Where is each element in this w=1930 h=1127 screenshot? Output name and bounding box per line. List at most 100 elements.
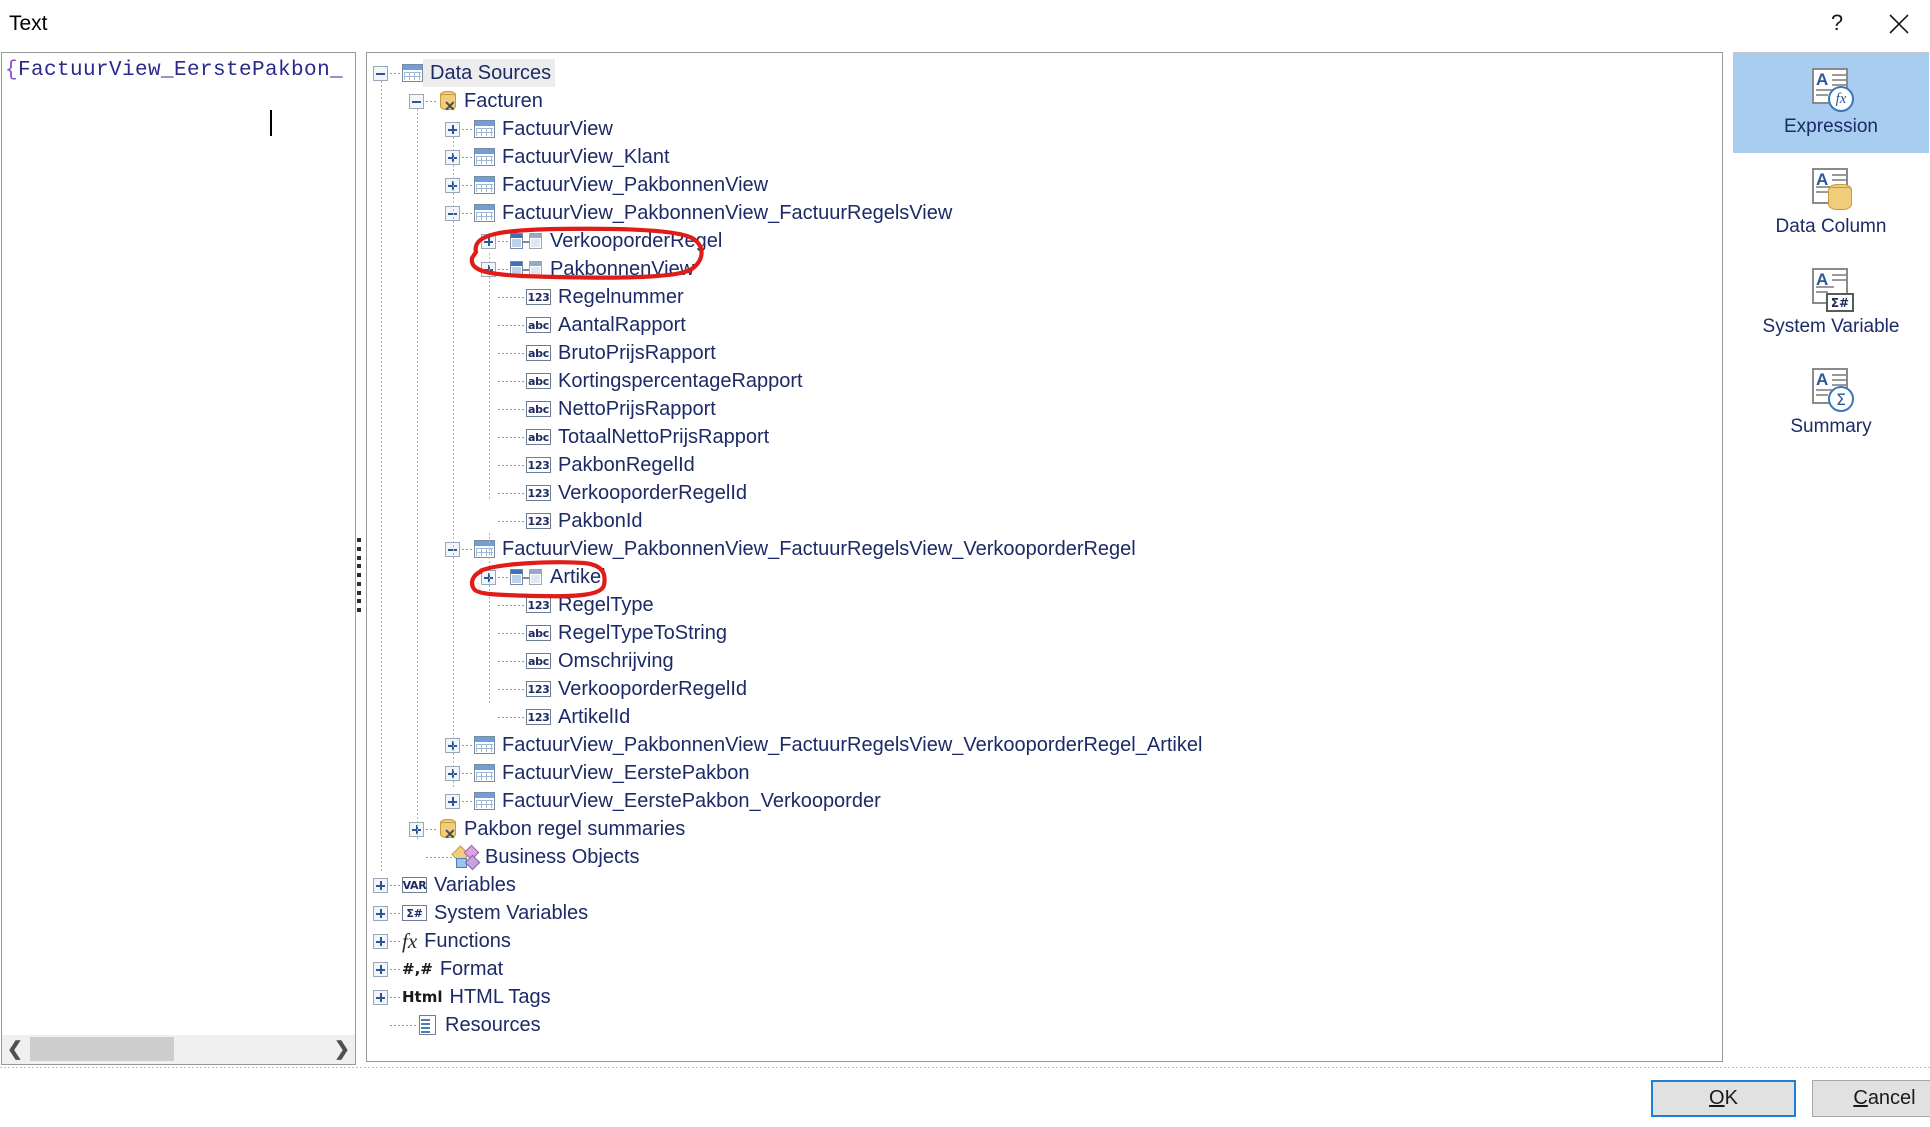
- expression-body: FactuurView_EerstePakbon_: [18, 59, 344, 82]
- tree-guide-line: [489, 533, 490, 703]
- expand-plus-icon[interactable]: [445, 793, 460, 809]
- tree-node[interactable]: FactuurView_PakbonnenView: [373, 171, 1722, 199]
- tree-node[interactable]: fx Functions: [373, 927, 1722, 955]
- tree-connector-line: [462, 156, 474, 158]
- tree-node[interactable]: Html HTML Tags: [373, 983, 1722, 1011]
- tree-node[interactable]: VAR Variables: [373, 871, 1722, 899]
- tree-node[interactable]: FactuurView_PakbonnenView_FactuurRegelsV…: [373, 199, 1722, 227]
- tree-node[interactable]: abc TotaalNettoPrijsRapport: [373, 423, 1722, 451]
- tree-node[interactable]: FactuurView: [373, 115, 1722, 143]
- tree-node[interactable]: 123 ArtikelId: [373, 703, 1722, 731]
- tree-guide-line: [417, 109, 418, 839]
- tree-node[interactable]: Σ# System Variables: [373, 899, 1722, 927]
- tree-connector-line: [498, 604, 526, 606]
- collapse-minus-icon[interactable]: [373, 65, 388, 81]
- tree-node[interactable]: FactuurView_PakbonnenView_FactuurRegelsV…: [373, 535, 1722, 563]
- tree-node-label: RegelType: [558, 594, 654, 616]
- expand-plus-icon[interactable]: [445, 121, 460, 137]
- category-system-variable[interactable]: A Σ# System Variable: [1733, 253, 1929, 353]
- category-expression[interactable]: A fx Expression: [1733, 53, 1929, 153]
- expression-text-editor[interactable]: {FactuurView_EerstePakbon_: [1, 52, 356, 1056]
- tree-node[interactable]: Resources: [373, 1011, 1722, 1039]
- category-panel: A fx Expression A Data Column A Σ# Syste…: [1733, 52, 1929, 1062]
- tree-node[interactable]: 123 PakbonId: [373, 507, 1722, 535]
- numeric-field-icon: 123: [526, 709, 551, 725]
- tree-node[interactable]: abc AantalRapport: [373, 311, 1722, 339]
- fx-icon: fx: [402, 929, 418, 953]
- scroll-left-arrow-icon[interactable]: ❮: [2, 1035, 28, 1063]
- expand-plus-icon[interactable]: [373, 877, 388, 893]
- tree-node-label: Omschrijving: [558, 650, 674, 672]
- question-mark-icon[interactable]: ?: [1806, 0, 1868, 48]
- tree-connector-line: [390, 1024, 418, 1026]
- sigma-badge: Σ: [1828, 386, 1854, 412]
- tree-node[interactable]: 123 VerkooporderRegelId: [373, 479, 1722, 507]
- tree-node[interactable]: PakbonnenView: [373, 255, 1722, 283]
- tree-node[interactable]: abc NettoPrijsRapport: [373, 395, 1722, 423]
- editor-horizontal-scrollbar[interactable]: ❮ ❯: [1, 1035, 356, 1065]
- tree-node[interactable]: Artikel: [373, 563, 1722, 591]
- tree-node[interactable]: abc Omschrijving: [373, 647, 1722, 675]
- scroll-right-arrow-icon[interactable]: ❯: [329, 1035, 355, 1063]
- tree-node-label: Business Objects: [485, 846, 640, 868]
- tree-node[interactable]: abc KortingspercentageRapport: [373, 367, 1722, 395]
- sigma-hash-icon: Σ#: [402, 905, 427, 921]
- tree-node[interactable]: FactuurView_Klant: [373, 143, 1722, 171]
- tree-node[interactable]: ✕ Pakbon regel summaries: [373, 815, 1722, 843]
- tree-connector-line: [390, 968, 402, 970]
- tree-node[interactable]: ✕ Facturen: [373, 87, 1722, 115]
- tree-node-label: ArtikelId: [558, 706, 631, 728]
- expand-plus-icon[interactable]: [373, 961, 388, 977]
- tree-node-label: PakbonnenView: [550, 258, 695, 280]
- tree-node[interactable]: abc RegelTypeToString: [373, 619, 1722, 647]
- numeric-field-icon: 123: [526, 485, 551, 501]
- tree-node[interactable]: 123 Regelnummer: [373, 283, 1722, 311]
- tree-guide-line: [489, 253, 490, 499]
- tree-node-label: TotaalNettoPrijsRapport: [558, 426, 770, 448]
- tree-node-label: Regelnummer: [558, 286, 684, 308]
- expression-icon: A fx: [1808, 68, 1854, 112]
- category-data-column[interactable]: A Data Column: [1733, 153, 1929, 253]
- expand-plus-icon[interactable]: [373, 933, 388, 949]
- collapse-minus-icon[interactable]: [409, 93, 424, 109]
- expand-plus-icon[interactable]: [373, 905, 388, 921]
- text-field-icon: abc: [526, 401, 551, 417]
- tree-node-label: FactuurView: [502, 118, 613, 140]
- tree-node[interactable]: 123 PakbonRegelId: [373, 451, 1722, 479]
- tree-node[interactable]: FactuurView_PakbonnenView_FactuurRegelsV…: [373, 731, 1722, 759]
- data-sources-tree[interactable]: Data Sources ✕ Facturen FactuurView FactuurV…: [366, 52, 1723, 1062]
- system-variable-icon: A Σ#: [1808, 268, 1854, 312]
- category-summary[interactable]: A Σ Summary: [1733, 353, 1929, 453]
- cancel-button[interactable]: Cancel: [1812, 1080, 1930, 1117]
- table-icon: [474, 792, 495, 810]
- tree-connector-line: [462, 800, 474, 802]
- var-icon: VAR: [402, 877, 427, 893]
- tree-node-label: FactuurView_PakbonnenView: [502, 174, 769, 196]
- tree-node[interactable]: FactuurView_EerstePakbon: [373, 759, 1722, 787]
- tree-node[interactable]: 123 RegelType: [373, 591, 1722, 619]
- tree-node[interactable]: Business Objects: [373, 843, 1722, 871]
- close-icon[interactable]: [1868, 0, 1930, 48]
- expand-plus-icon[interactable]: [481, 233, 496, 249]
- tree-node[interactable]: 123 VerkooporderRegelId: [373, 675, 1722, 703]
- ok-rest: K: [1724, 1087, 1738, 1109]
- tree-connector-line: [498, 380, 526, 382]
- tree-node[interactable]: abc BrutoPrijsRapport: [373, 339, 1722, 367]
- tree-node[interactable]: FactuurView_EerstePakbon_Verkooporder: [373, 787, 1722, 815]
- html-icon: Html: [402, 988, 443, 1006]
- table-icon: [474, 120, 495, 138]
- ok-button[interactable]: OK: [1651, 1080, 1796, 1117]
- expand-plus-icon[interactable]: [373, 989, 388, 1005]
- tree-node[interactable]: #,# Format: [373, 955, 1722, 983]
- tree-node[interactable]: Data Sources: [373, 59, 1722, 87]
- text-field-icon: abc: [526, 373, 551, 389]
- tree-guide-line: [453, 137, 454, 787]
- pane-splitter-handle[interactable]: [354, 536, 364, 614]
- tree-connector-line: [498, 632, 526, 634]
- numeric-field-icon: 123: [526, 597, 551, 613]
- scrollbar-thumb[interactable]: [30, 1037, 174, 1061]
- text-field-icon: abc: [526, 317, 551, 333]
- tree-node[interactable]: VerkooporderRegel: [373, 227, 1722, 255]
- tree-connector-line: [462, 744, 474, 746]
- tree-connector-line: [390, 884, 402, 886]
